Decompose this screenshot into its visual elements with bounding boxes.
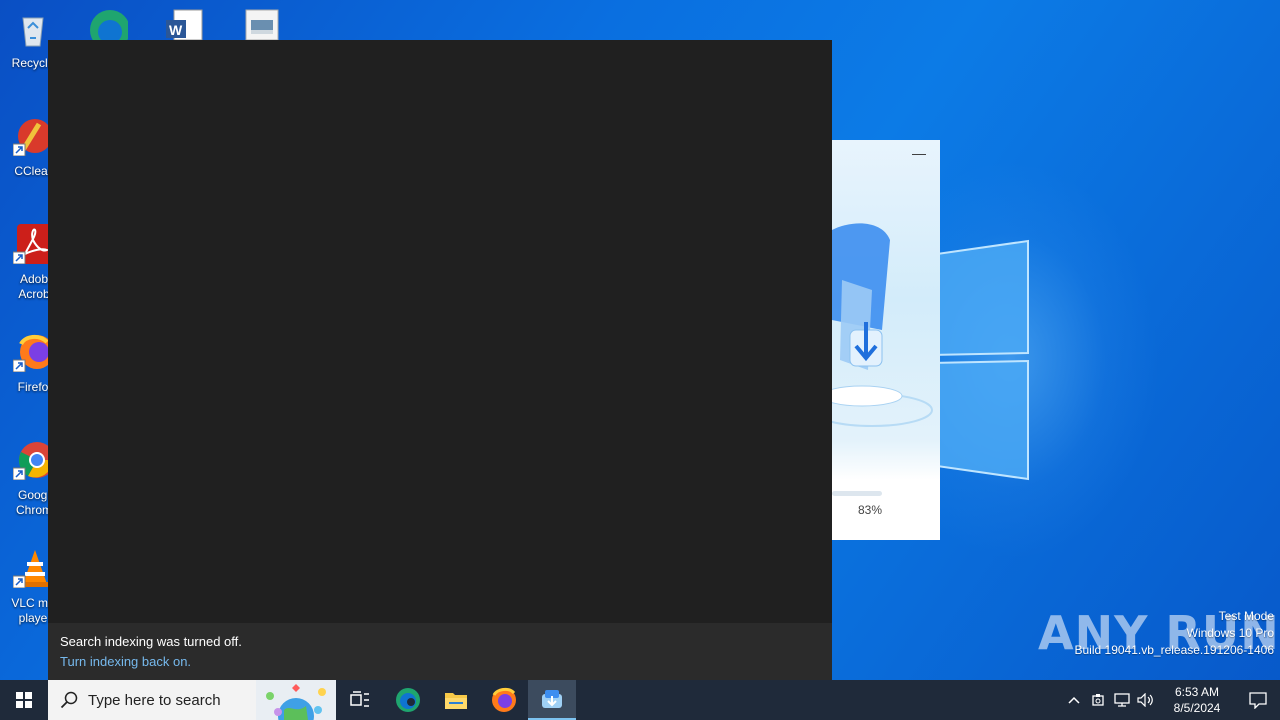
install-progress-bar — [832, 491, 882, 496]
start-button[interactable] — [0, 680, 48, 720]
task-view-icon — [350, 691, 369, 707]
search-highlight-illustration[interactable] — [256, 680, 336, 720]
chrome-icon — [12, 442, 55, 481]
windows-edition-label: Windows 10 Pro — [1186, 626, 1274, 640]
recycle-bin-icon — [22, 17, 44, 47]
taskbar-search-box[interactable]: Type here to search — [48, 680, 256, 720]
turn-indexing-on-link[interactable]: Turn indexing back on. — [60, 653, 820, 670]
show-hidden-icons-button[interactable] — [1062, 680, 1086, 720]
system-tray: 6:53 AM 8/5/2024 — [1062, 680, 1280, 720]
image-file-icon[interactable] — [242, 6, 282, 40]
windows-start-icon — [16, 692, 32, 708]
taskbar-file-explorer-button[interactable] — [432, 680, 480, 720]
acrobat-icon — [12, 224, 53, 265]
volume-icon — [1137, 693, 1153, 707]
chevron-up-icon — [1068, 696, 1080, 704]
install-progress-percent: 83% — [858, 503, 883, 517]
edge-icon — [396, 688, 420, 712]
task-view-button[interactable] — [336, 680, 384, 720]
search-results-panel: Search indexing was turned off. Turn ind… — [48, 40, 832, 680]
windows-wallpaper-logo — [930, 239, 1029, 481]
build-label: Build 19041.vb_release.191206-1406 — [1074, 643, 1275, 657]
globe-illustration-icon — [266, 684, 326, 720]
taskbar-firefox-button[interactable] — [480, 680, 528, 720]
action-center-button[interactable] — [1236, 680, 1280, 720]
taskbar-installer-button[interactable] — [528, 680, 576, 720]
device-icon — [1092, 694, 1104, 706]
installer-illustration — [832, 223, 933, 427]
firefox-icon — [12, 335, 54, 373]
os-watermark: Test Mode Windows 10 Pro Build 19041.vb_… — [1075, 608, 1275, 659]
tray-device-button[interactable] — [1086, 680, 1110, 720]
vlc-icon — [12, 550, 51, 589]
search-icon — [60, 691, 78, 709]
ccleaner-icon — [12, 119, 52, 157]
edge-desktop-icon[interactable] — [88, 6, 128, 40]
notification-icon — [1249, 692, 1267, 709]
taskbar-edge-button[interactable] — [384, 680, 432, 720]
clock-date: 8/5/2024 — [1173, 701, 1221, 715]
taskbar: Type here to search 6:53 AM 8/5/2024 — [0, 680, 1280, 720]
indexing-notice: Search indexing was turned off. Turn ind… — [48, 623, 832, 680]
file-explorer-icon — [445, 693, 467, 709]
word-document-icon[interactable]: W — [164, 6, 204, 40]
firefox-icon — [492, 687, 516, 712]
clock-time: 6:53 AM — [1174, 685, 1220, 699]
installer-window[interactable]: — 83% — [832, 140, 940, 540]
minimize-button[interactable]: — — [912, 146, 926, 162]
search-placeholder: Type here to search — [88, 691, 221, 709]
network-button[interactable] — [1110, 680, 1134, 720]
indexing-notice-title: Search indexing was turned off. — [60, 634, 242, 649]
installer-app-icon — [542, 690, 562, 708]
network-icon — [1114, 693, 1130, 707]
taskbar-clock[interactable]: 6:53 AM 8/5/2024 — [1162, 684, 1232, 716]
svg-text:W: W — [169, 22, 183, 38]
volume-button[interactable] — [1134, 680, 1158, 720]
test-mode-label: Test Mode — [1218, 609, 1274, 623]
